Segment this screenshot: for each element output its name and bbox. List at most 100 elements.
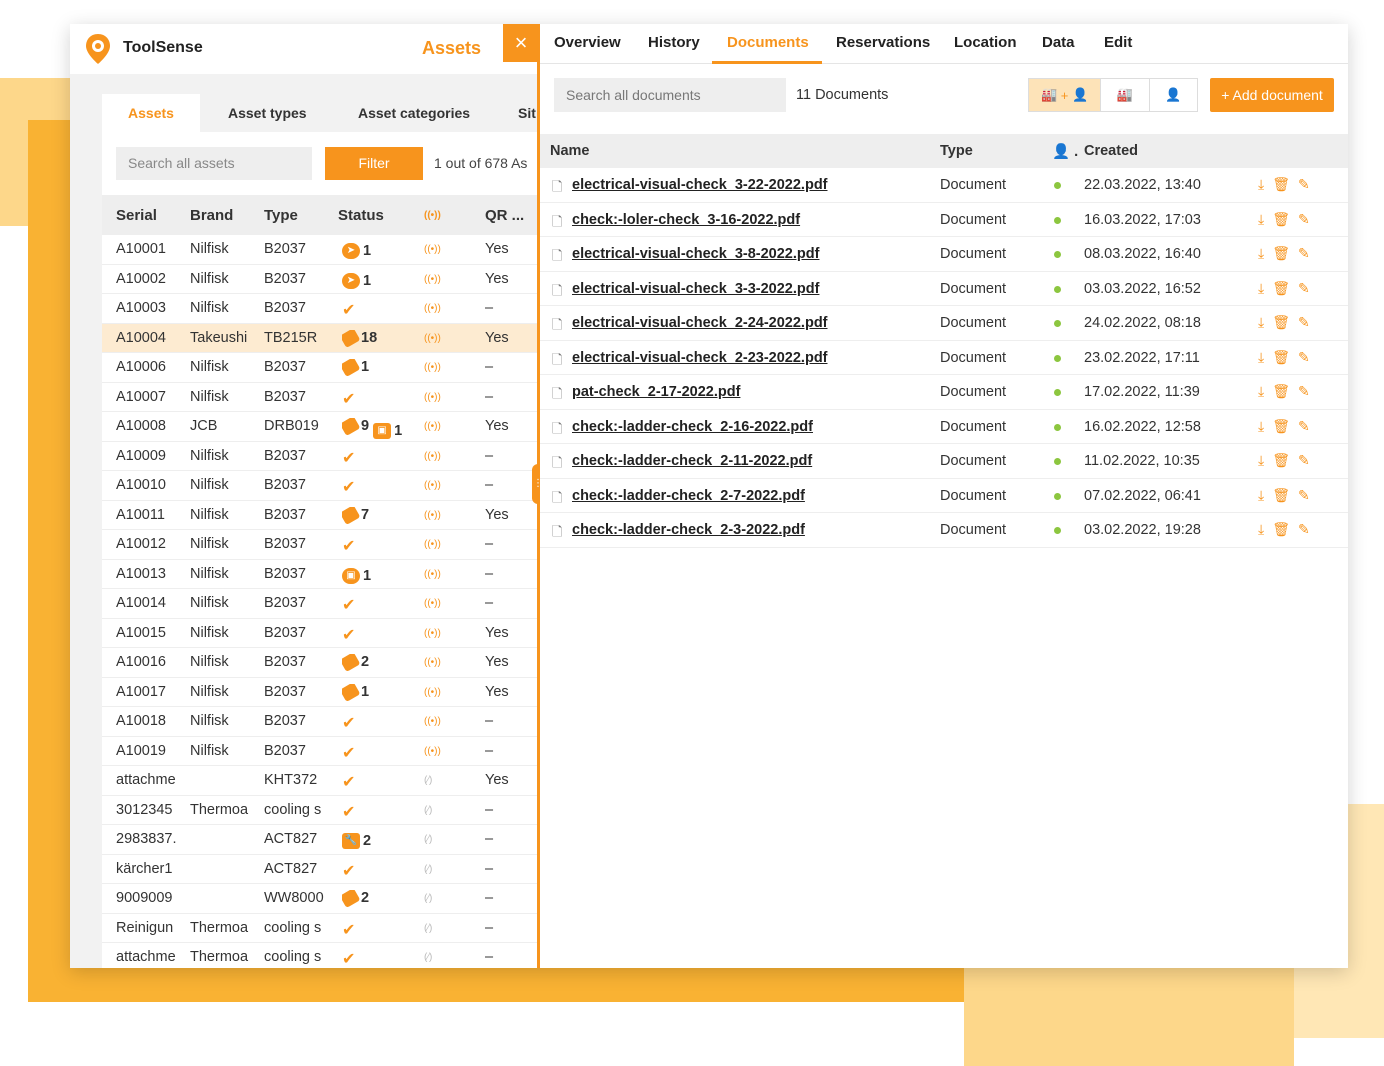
filter-asset-and-user-button[interactable]: 🏭 + 👤 <box>1029 79 1102 111</box>
asset-search-input[interactable]: Search all assets <box>116 147 312 180</box>
edit-icon[interactable]: ✎ <box>1298 521 1310 538</box>
table-row[interactable]: A10016 Nilfisk B2037 2 ((•)) Yes <box>102 648 538 678</box>
col-name[interactable]: Name <box>550 143 590 159</box>
download-icon[interactable]: ⤓ <box>1258 176 1264 193</box>
col-created[interactable]: Created <box>1084 143 1138 159</box>
status-badge[interactable]: ➤ 1 <box>342 272 371 289</box>
table-row[interactable]: 🗋 electrical-visual-check_3-22-2022.pdf … <box>540 168 1348 203</box>
table-row[interactable]: 🗋 pat-check_2-17-2022.pdf Document 17.02… <box>540 375 1348 410</box>
table-row[interactable]: A10004 Takeushi TB215R 18 ((•)) Yes <box>102 323 538 353</box>
tab-overview[interactable]: Overview <box>554 34 621 51</box>
edit-icon[interactable]: ✎ <box>1298 349 1310 366</box>
col-qr[interactable]: QR ... <box>485 207 524 224</box>
edit-icon[interactable]: ✎ <box>1298 211 1310 228</box>
trash-icon[interactable]: 🗑 <box>1272 418 1290 435</box>
document-link[interactable]: electrical-visual-check_3-8-2022.pdf <box>572 246 819 262</box>
download-icon[interactable]: ⤓ <box>1258 349 1264 366</box>
document-link[interactable]: electrical-visual-check_2-23-2022.pdf <box>572 350 828 366</box>
table-row[interactable]: A10009 Nilfisk B2037 ✔ ((•)) – <box>102 442 538 471</box>
edit-icon[interactable]: ✎ <box>1298 383 1310 400</box>
edit-icon[interactable]: ✎ <box>1298 314 1310 331</box>
trash-icon[interactable]: 🗑 <box>1272 487 1290 504</box>
tab-data[interactable]: Data <box>1042 34 1075 51</box>
document-search-input[interactable]: Search all documents <box>554 78 786 112</box>
table-row[interactable]: 🗋 check:-ladder-check_2-16-2022.pdf Docu… <box>540 410 1348 444</box>
table-row[interactable]: 🗋 electrical-visual-check_2-23-2022.pdf … <box>540 341 1348 375</box>
tab-documents[interactable]: Documents <box>727 34 809 51</box>
col-serial[interactable]: Serial <box>116 207 157 224</box>
document-link[interactable]: check:-ladder-check_2-7-2022.pdf <box>572 488 805 504</box>
col-status[interactable]: Status <box>338 207 384 224</box>
table-row[interactable]: A10014 Nilfisk B2037 ✔ ((•)) – <box>102 589 538 619</box>
trash-icon[interactable]: 🗑 <box>1272 314 1290 331</box>
table-row[interactable]: A10010 Nilfisk B2037 ✔ ((•)) – <box>102 471 538 501</box>
filter-button[interactable]: Filter <box>325 147 423 180</box>
table-row[interactable]: 🗋 check:-ladder-check_2-11-2022.pdf Docu… <box>540 444 1348 479</box>
edit-icon[interactable]: ✎ <box>1298 280 1310 297</box>
col-rfid-icon[interactable]: ((•)) <box>424 210 441 221</box>
download-icon[interactable]: ⤓ <box>1258 452 1264 469</box>
table-row[interactable]: 3012345 Thermoa cooling s ✔ (⁄) – <box>102 796 538 825</box>
tab-reservations[interactable]: Reservations <box>836 34 930 51</box>
table-row[interactable]: Reinigun Thermoa cooling s ✔ (⁄) – <box>102 914 538 943</box>
download-icon[interactable]: ⤓ <box>1258 487 1264 504</box>
status-badge[interactable]: 18 <box>342 329 377 348</box>
tab-history[interactable]: History <box>648 34 700 51</box>
table-row[interactable]: A10001 Nilfisk B2037 ➤ 1 ((•)) Yes <box>102 235 538 265</box>
table-row[interactable]: A10019 Nilfisk B2037 ✔ ((•)) – <box>102 737 538 766</box>
table-row[interactable]: A10012 Nilfisk B2037 ✔ ((•)) – <box>102 530 538 560</box>
table-row[interactable]: 🗋 check:-loler-check_3-16-2022.pdf Docum… <box>540 203 1348 237</box>
trash-icon[interactable]: 🗑 <box>1272 211 1290 228</box>
table-row[interactable]: A10008 JCB DRB019 9 ▣ 1 ((•)) Yes <box>102 412 538 442</box>
status-badge[interactable]: ▣ 1 <box>342 567 371 584</box>
tab-sites[interactable]: Sit <box>518 94 536 132</box>
table-row[interactable]: 🗋 electrical-visual-check_2-24-2022.pdf … <box>540 306 1348 341</box>
document-link[interactable]: electrical-visual-check_3-3-2022.pdf <box>572 281 819 297</box>
table-row[interactable]: A10011 Nilfisk B2037 7 ((•)) Yes <box>102 501 538 530</box>
download-icon[interactable]: ⤓ <box>1258 383 1264 400</box>
trash-icon[interactable]: 🗑 <box>1272 452 1290 469</box>
trash-icon[interactable]: 🗑 <box>1272 245 1290 262</box>
status-badge[interactable]: 1 <box>342 359 369 378</box>
status-badge[interactable]: 9 <box>342 418 369 437</box>
tab-asset-types[interactable]: Asset types <box>228 94 307 132</box>
col-type[interactable]: Type <box>264 207 298 224</box>
status-badge[interactable]: 🔧 2 <box>342 833 371 849</box>
table-row[interactable]: A10015 Nilfisk B2037 ✔ ((•)) Yes <box>102 619 538 648</box>
status-badge[interactable]: 7 <box>342 506 369 525</box>
download-icon[interactable]: ⤓ <box>1258 314 1264 331</box>
table-row[interactable]: A10017 Nilfisk B2037 1 ((•)) Yes <box>102 678 538 707</box>
document-link[interactable]: check:-ladder-check_2-3-2022.pdf <box>572 522 805 538</box>
edit-icon[interactable]: ✎ <box>1298 176 1310 193</box>
edit-icon[interactable]: ✎ <box>1298 418 1310 435</box>
trash-icon[interactable]: 🗑 <box>1272 521 1290 538</box>
filter-asset-button[interactable]: 🏭 <box>1101 79 1150 111</box>
trash-icon[interactable]: 🗑 <box>1272 176 1290 193</box>
tab-location[interactable]: Location <box>954 34 1017 51</box>
edit-icon[interactable]: ✎ <box>1298 487 1310 504</box>
tab-asset-categories[interactable]: Asset categories <box>358 94 470 132</box>
status-badge[interactable]: ➤ 1 <box>342 243 371 259</box>
table-row[interactable]: A10003 Nilfisk B2037 ✔ ((•)) – <box>102 294 538 324</box>
document-link[interactable]: check:-ladder-check_2-11-2022.pdf <box>572 453 812 469</box>
table-row[interactable]: A10007 Nilfisk B2037 ✔ ((•)) – <box>102 383 538 412</box>
close-icon[interactable]: × <box>503 24 538 62</box>
owner-col-user-icon[interactable]: 👤 . <box>1052 143 1078 160</box>
table-row[interactable]: 🗋 electrical-visual-check_3-8-2022.pdf D… <box>540 237 1348 272</box>
table-row[interactable]: 9009009 WW8000 2 (⁄) – <box>102 884 538 914</box>
edit-icon[interactable]: ✎ <box>1298 452 1310 469</box>
table-row[interactable]: 🗋 check:-ladder-check_2-3-2022.pdf Docum… <box>540 513 1348 548</box>
tab-assets[interactable]: Assets <box>102 94 200 132</box>
document-link[interactable]: electrical-visual-check_2-24-2022.pdf <box>572 315 828 331</box>
download-icon[interactable]: ⤓ <box>1258 280 1264 297</box>
document-link[interactable]: check:-ladder-check_2-16-2022.pdf <box>572 419 813 435</box>
col-brand[interactable]: Brand <box>190 207 233 224</box>
status-badge[interactable]: ▣ 1 <box>373 423 402 439</box>
table-row[interactable]: kärcher1 ACT827 ✔ (⁄) – <box>102 855 538 884</box>
table-row[interactable]: attachme KHT372 ✔ (⁄) Yes <box>102 766 538 796</box>
table-row[interactable]: A10002 Nilfisk B2037 ➤ 1 ((•)) Yes <box>102 265 538 294</box>
document-link[interactable]: pat-check_2-17-2022.pdf <box>572 384 740 400</box>
table-row[interactable]: A10013 Nilfisk B2037 ▣ 1 ((•)) – <box>102 560 538 589</box>
table-row[interactable]: A10018 Nilfisk B2037 ✔ ((•)) – <box>102 707 538 737</box>
trash-icon[interactable]: 🗑 <box>1272 383 1290 400</box>
